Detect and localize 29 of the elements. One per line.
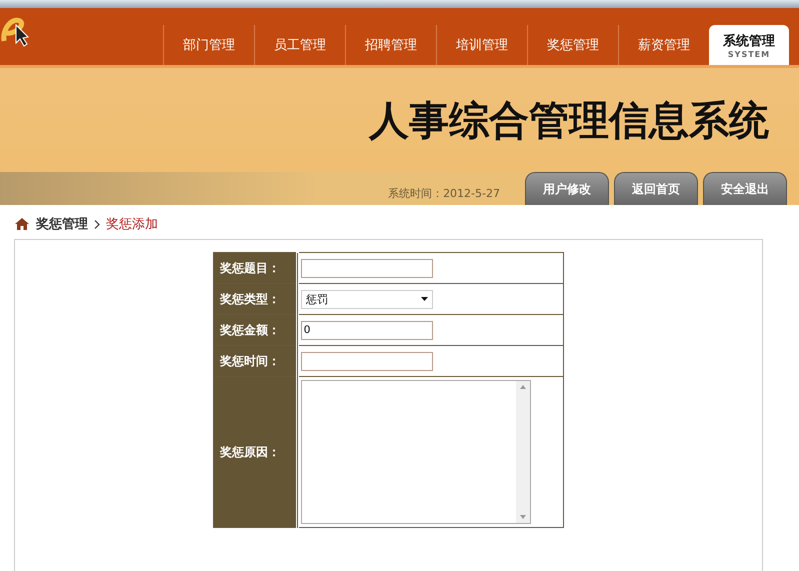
- input-field[interactable]: 0: [301, 320, 433, 340]
- breadcrumb-section[interactable]: 奖惩管理: [36, 215, 88, 233]
- scrollbar[interactable]: [516, 381, 530, 523]
- field-label: 奖惩题目：: [214, 252, 298, 284]
- dropdown-arrow-icon: [421, 297, 428, 301]
- scroll-down-icon[interactable]: [520, 515, 526, 519]
- input-field[interactable]: [301, 258, 433, 278]
- nav-tab[interactable]: 招聘管理: [345, 25, 436, 65]
- field-label: 奖惩原因：: [214, 376, 298, 528]
- nav-tab[interactable]: 培训管理: [436, 25, 527, 65]
- type-dropdown[interactable]: 惩罚: [301, 290, 433, 308]
- scroll-up-icon[interactable]: [520, 385, 526, 389]
- field-label: 奖惩类型：: [214, 284, 298, 314]
- field-label: 奖惩时间：: [214, 346, 298, 376]
- home-icon: [14, 217, 30, 231]
- field-label: 奖惩金额：: [214, 314, 298, 346]
- chevron-icon: [94, 220, 100, 228]
- header-button[interactable]: 用户修改: [525, 172, 609, 205]
- system-time: 系统时间：2012-5-27: [388, 186, 500, 201]
- nav-tab[interactable]: 部门管理: [163, 25, 254, 65]
- nav-tab[interactable]: 奖惩管理: [527, 25, 618, 65]
- reason-textarea[interactable]: [301, 380, 531, 524]
- system-title: 人事综合管理信息系统: [369, 96, 769, 146]
- input-field[interactable]: [301, 352, 433, 370]
- nav-tab[interactable]: 系统管理 SYSTEM: [709, 25, 789, 65]
- breadcrumb-page: 奖惩添加: [106, 216, 158, 233]
- nav-tab[interactable]: 员工管理: [254, 25, 345, 65]
- header-button[interactable]: 返回首页: [614, 172, 698, 205]
- header-button[interactable]: 安全退出: [703, 172, 787, 205]
